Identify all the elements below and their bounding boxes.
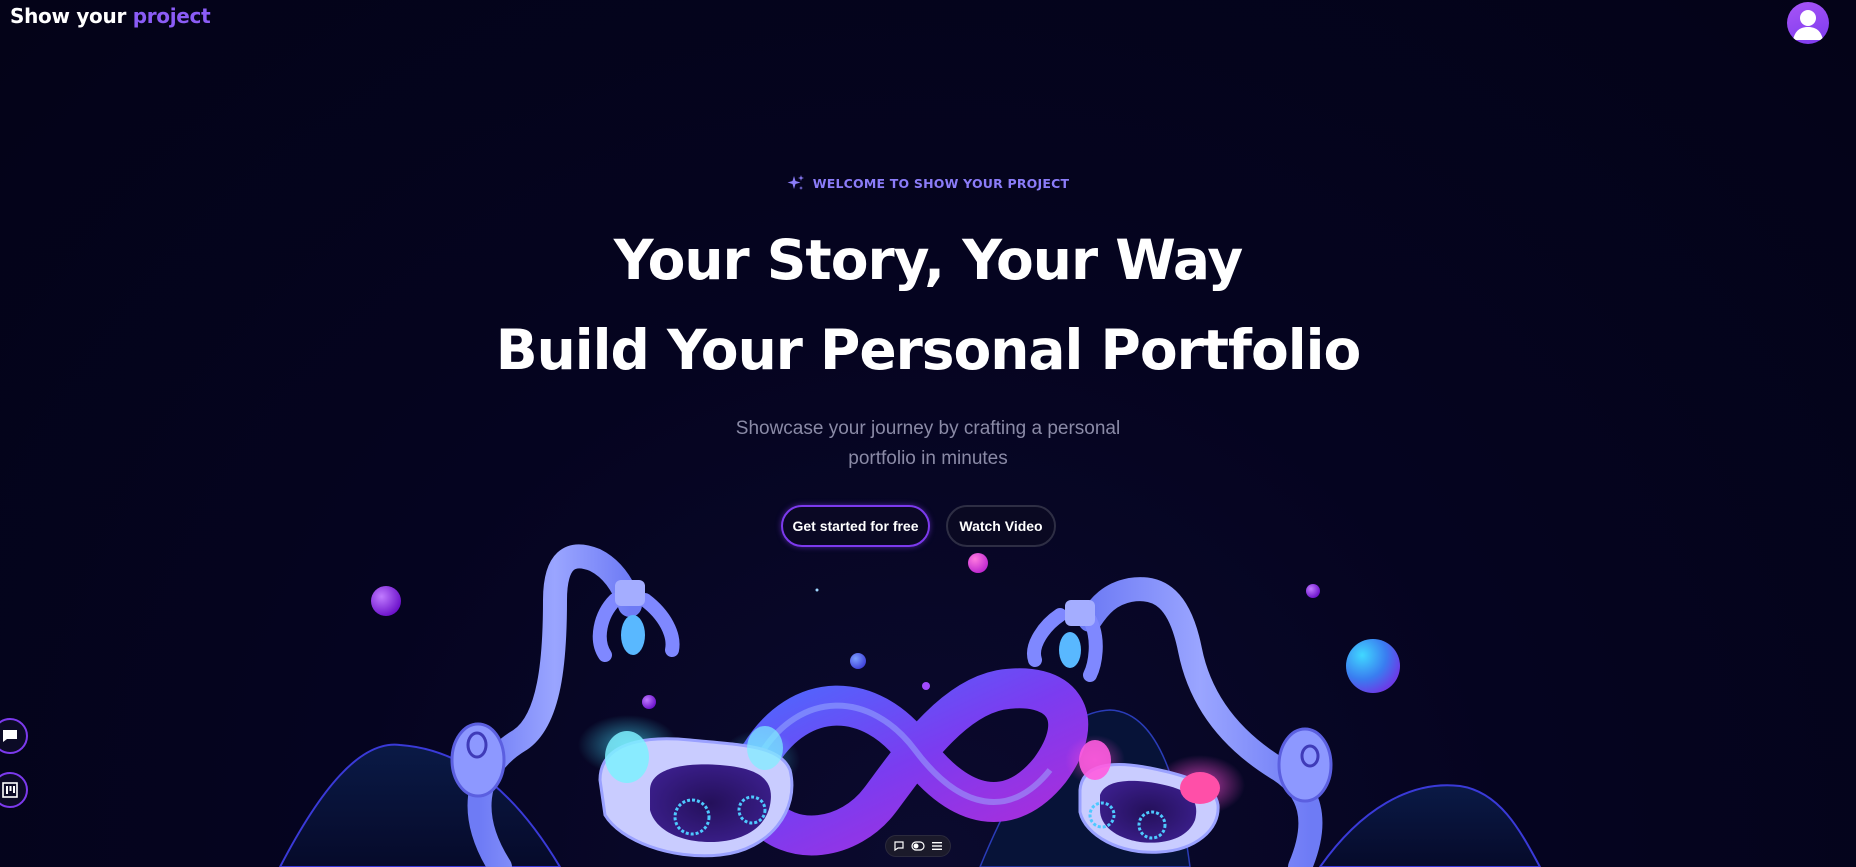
user-avatar-button[interactable] [1787, 2, 1829, 44]
hero-subtext: Showcase your journey by crafting a pers… [0, 414, 1856, 474]
brand-primary: Show your [10, 4, 127, 28]
toggle-icon [911, 841, 925, 851]
hero-subtext-line1: Showcase your journey by crafting a pers… [735, 418, 1121, 439]
board-button[interactable] [0, 772, 28, 808]
chat-icon [3, 730, 17, 742]
hero-headline-line1: Your Story, Your Way [613, 228, 1243, 292]
chat-button[interactable] [0, 718, 28, 754]
brand-logo[interactable]: Show your project [10, 4, 211, 28]
menu-icon [931, 842, 942, 850]
board-icon [2, 782, 18, 798]
get-started-button[interactable]: Get started for free [781, 505, 930, 547]
hero-eyebrow: WELCOME TO SHOW YOUR PROJECT [0, 174, 1856, 195]
hero-headline-line2: Build Your Personal Portfolio [495, 318, 1362, 382]
comment-icon [894, 841, 904, 852]
user-icon [1793, 10, 1823, 40]
sparkles-icon [787, 174, 805, 195]
hero-subtext-line2: portfolio in minutes [848, 448, 1008, 469]
bottom-toolbar [885, 835, 951, 857]
watch-video-button[interactable]: Watch Video [946, 505, 1056, 547]
menu-button[interactable] [929, 838, 945, 854]
landing-page: Show your project WELCOME TO SHOW YOUR P… [0, 0, 1856, 867]
brand-accent: project [132, 4, 211, 28]
hero-eyebrow-text: WELCOME TO SHOW YOUR PROJECT [812, 176, 1070, 191]
comment-button[interactable] [891, 838, 907, 854]
toggle-button[interactable] [910, 838, 926, 854]
